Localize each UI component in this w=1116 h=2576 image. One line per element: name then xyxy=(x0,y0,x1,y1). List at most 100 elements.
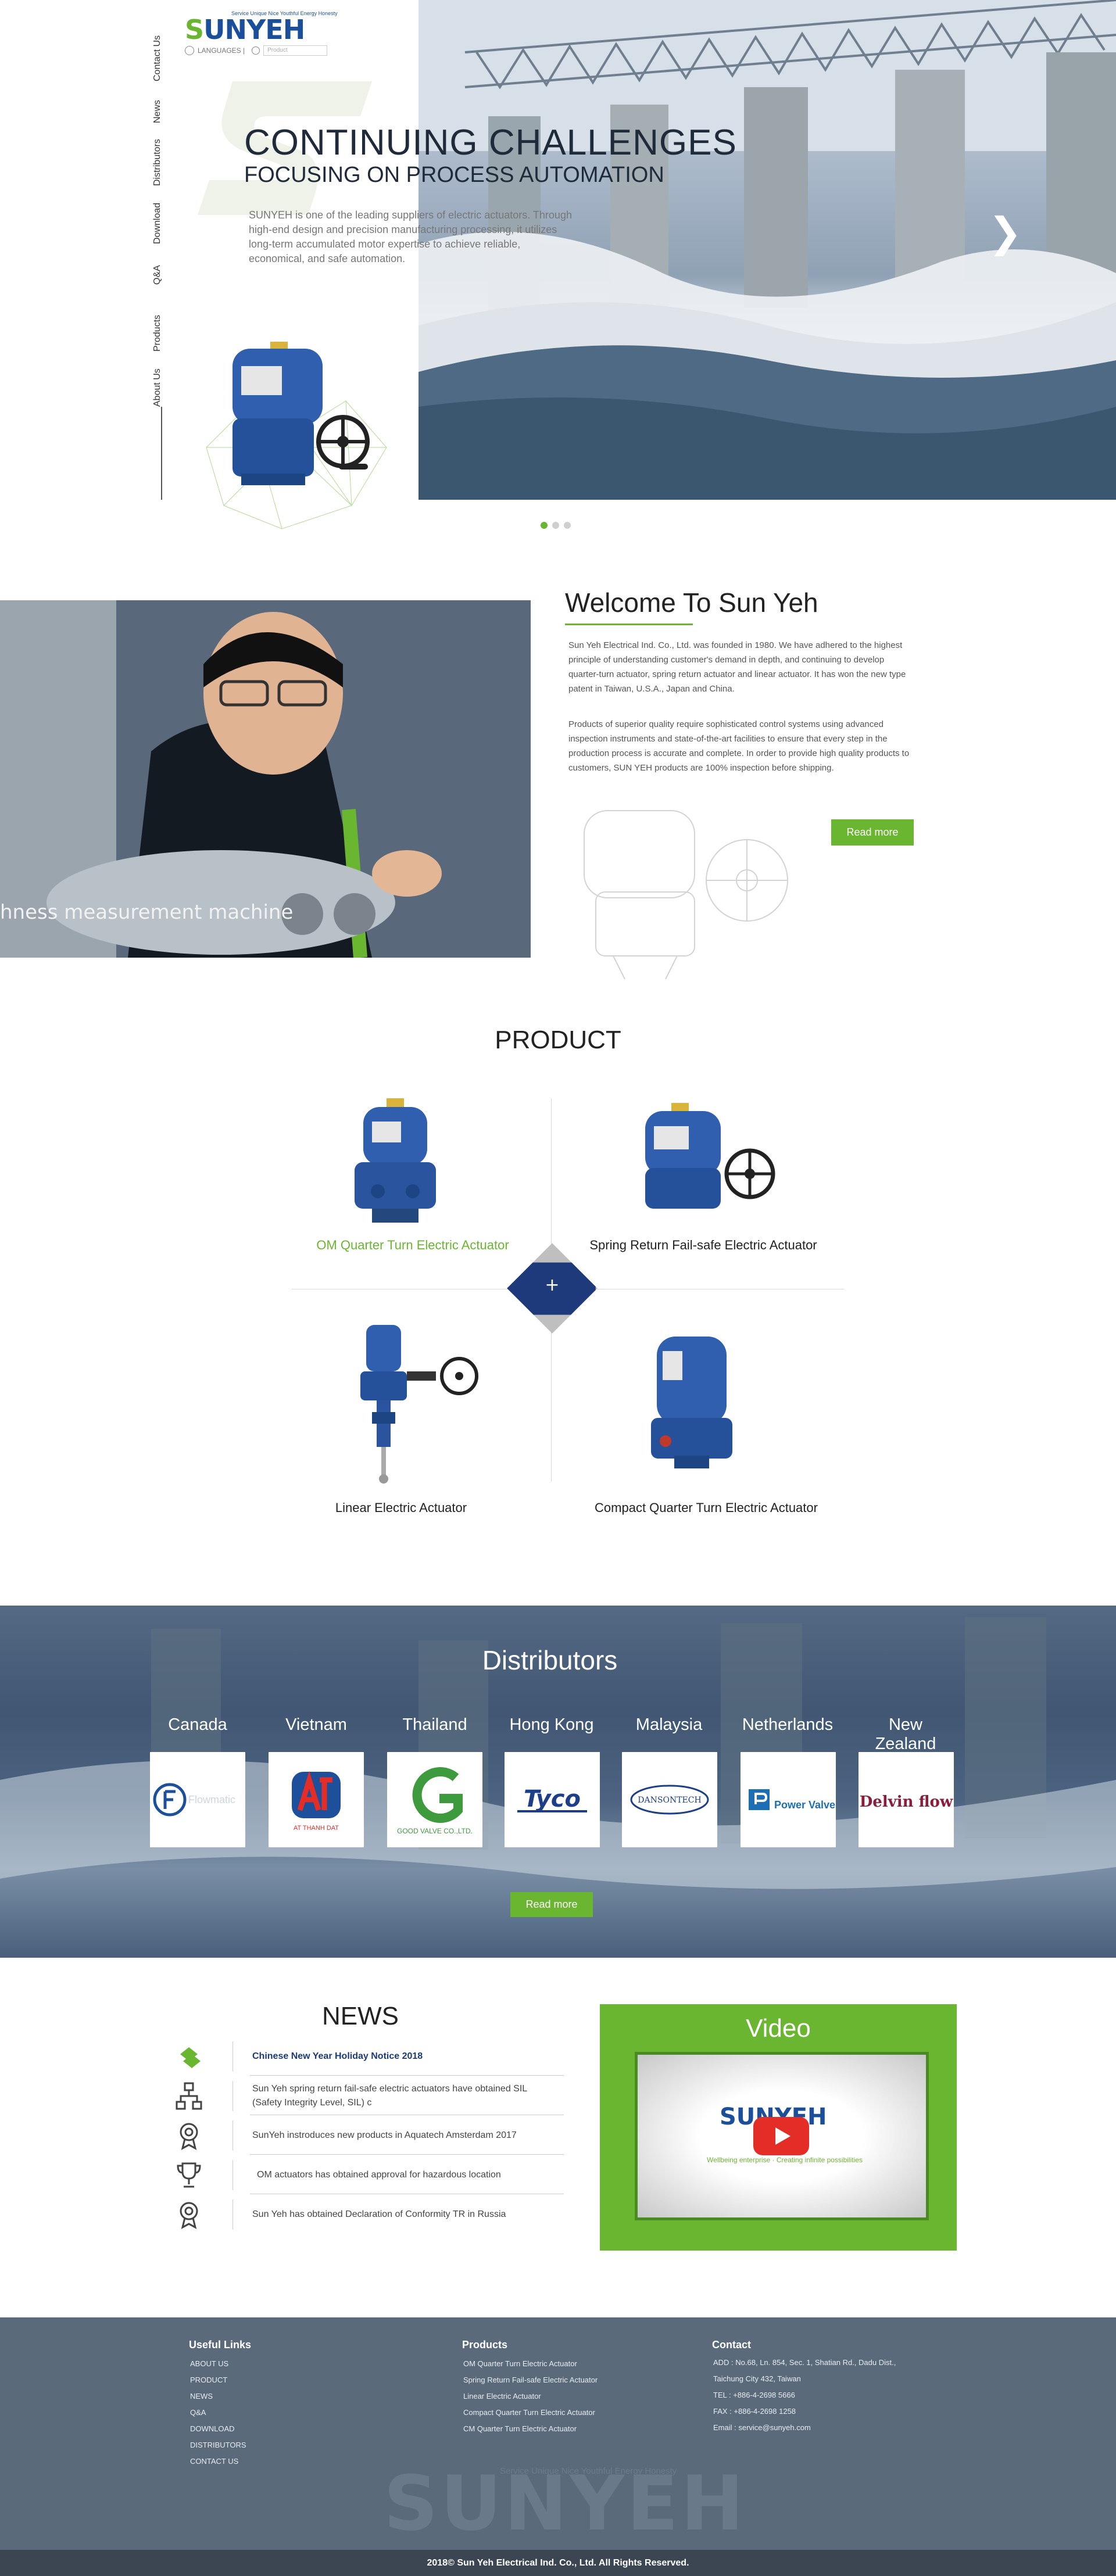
language-search-row: LANGUAGES | Product xyxy=(185,44,328,57)
footer-product-link[interactable]: CM Quarter Turn Electric Actuator xyxy=(463,2424,577,2433)
hero-next-arrow-icon[interactable]: ❯ xyxy=(988,209,1022,256)
logo-lettering: Flowmatic xyxy=(188,1794,235,1805)
footer-product-link[interactable]: OM Quarter Turn Electric Actuator xyxy=(463,2359,577,2368)
footer-product-link[interactable]: Compact Quarter Turn Electric Actuator xyxy=(463,2408,595,2417)
footer-useful-links-title: Useful Links xyxy=(189,2339,252,2351)
carousel-dot[interactable] xyxy=(564,522,571,529)
news-title[interactable]: Sun Yeh has obtained Declaration of Conf… xyxy=(252,2195,555,2234)
welcome-paragraph-2: Products of superior quality require sop… xyxy=(568,719,910,773)
distributor-country-new-zealand: New Zealand xyxy=(875,1715,936,1753)
news-title[interactable]: SunYeh instroduces new products in Aquat… xyxy=(252,2116,555,2155)
footer-products-title: Products xyxy=(462,2339,508,2351)
product-label-compact-quarter-turn[interactable]: Compact Quarter Turn Electric Actuator xyxy=(575,1500,837,1515)
welcome-title-underline xyxy=(565,624,693,625)
nav-contact-us[interactable]: Contact Us xyxy=(152,35,163,81)
news-item[interactable]: OM actuators has obtained approval for h… xyxy=(169,2155,564,2195)
footer-link-contact-us[interactable]: CONTACT US xyxy=(190,2457,238,2466)
at-thanh-dat-logo: AT THANH DAT xyxy=(292,1771,341,1832)
news-section-title: NEWS xyxy=(322,2002,399,2030)
distributor-logo-vietnam[interactable]: AT THANH DAT xyxy=(269,1752,364,1847)
hero-title: CONTINUING CHALLENGES xyxy=(244,123,737,163)
side-nav-line xyxy=(161,407,162,500)
video-title: Video xyxy=(746,2014,811,2043)
distributors-read-more-button[interactable]: Read more xyxy=(510,1892,593,1917)
news-item[interactable]: Sun Yeh has obtained Declaration of Conf… xyxy=(169,2195,564,2234)
certificate-icon xyxy=(180,2202,198,2229)
play-icon[interactable] xyxy=(753,2117,809,2155)
news-divider xyxy=(250,2154,564,2155)
news-item[interactable]: SunYeh instroduces new products in Aquat… xyxy=(169,2116,564,2155)
distributor-logo-canada[interactable]: Flowmatic xyxy=(150,1752,245,1847)
product-image-om-quarter-turn[interactable] xyxy=(337,1092,453,1232)
footer-link-product[interactable]: PRODUCT xyxy=(190,2376,227,2384)
nav-qa[interactable]: Q&A xyxy=(152,265,163,285)
news-title[interactable]: Chinese New Year Holiday Notice 2018 xyxy=(252,2037,555,2076)
footer-address-line-2: Taichung City 432, Taiwan xyxy=(713,2374,801,2383)
product-image-compact-quarter-turn[interactable] xyxy=(639,1331,744,1476)
footer-email[interactable]: Email : service@sunyeh.com xyxy=(713,2423,811,2432)
site-logo[interactable]: Service Unique Nice Youthful Energy Hone… xyxy=(185,10,342,45)
distributor-country-vietnam: Vietnam xyxy=(285,1715,347,1734)
product-label-linear[interactable]: Linear Electric Actuator xyxy=(291,1500,512,1515)
logo-lettering: Power Valves xyxy=(774,1799,836,1811)
footer-address-line-1: ADD : No.68, Ln. 854, Sec. 1, Shatian Rd… xyxy=(713,2358,896,2367)
leaf-icon xyxy=(180,2047,201,2068)
good-valve-logo: GOOD VALVE CO.,LTD. xyxy=(397,1767,473,1835)
globe-icon[interactable] xyxy=(185,46,194,55)
welcome-read-more-button[interactable]: Read more xyxy=(831,819,914,845)
nav-distributors[interactable]: Distributors xyxy=(152,139,163,186)
distributor-logo-thailand[interactable]: GOOD VALVE CO.,LTD. xyxy=(387,1752,482,1847)
footer-product-link[interactable]: Linear Electric Actuator xyxy=(463,2392,541,2401)
carousel-dot[interactable] xyxy=(541,522,548,529)
distributor-logo-new-zealand[interactable]: Delvin flow xyxy=(859,1752,954,1847)
distributor-logo-malaysia[interactable]: DANSONTECH xyxy=(622,1752,717,1847)
tyco-logo: Tyco xyxy=(517,1786,587,1812)
nav-about-us[interactable]: About Us xyxy=(152,368,163,407)
dansontech-logo: DANSONTECH xyxy=(630,1785,709,1815)
hero-subtitle: FOCUSING ON PROCESS AUTOMATION xyxy=(244,163,664,187)
nav-products[interactable]: Products xyxy=(152,315,163,352)
search-input[interactable]: Product xyxy=(263,45,328,56)
footer-fax: FAX : +886-4-2698 1258 xyxy=(713,2407,796,2416)
plus-icon[interactable]: + xyxy=(535,1268,570,1303)
flowmatic-logo: Flowmatic xyxy=(153,1783,235,1817)
logo-lettering: GOOD VALVE CO.,LTD. xyxy=(397,1827,473,1835)
welcome-title: Welcome To Sun Yeh xyxy=(565,587,818,618)
news-title[interactable]: Sun Yeh spring return fail-safe electric… xyxy=(252,2076,555,2116)
logo-lettering: DANSONTECH xyxy=(638,1796,701,1805)
footer-link-news[interactable]: NEWS xyxy=(190,2392,213,2401)
distributor-logo-hong-kong[interactable]: Tyco xyxy=(505,1752,600,1847)
footer-link-qa[interactable]: Q&A xyxy=(190,2408,206,2417)
search-icon[interactable] xyxy=(252,46,260,55)
distributor-country-canada: Canada xyxy=(168,1715,227,1734)
welcome-photo-caption: hness measurement machine xyxy=(0,901,294,924)
product-image-spring-return[interactable] xyxy=(628,1098,785,1226)
nav-download[interactable]: Download xyxy=(152,203,163,244)
award-icon xyxy=(180,2123,198,2150)
product-label-spring-return[interactable]: Spring Return Fail-safe Electric Actuato… xyxy=(575,1238,831,1253)
carousel-dot[interactable] xyxy=(552,522,559,529)
languages-label[interactable]: LANGUAGES | xyxy=(198,46,245,55)
distributor-country-hong-kong: Hong Kong xyxy=(509,1715,594,1734)
footer-product-link[interactable]: Spring Return Fail-safe Electric Actuato… xyxy=(463,2376,598,2384)
news-item[interactable]: Chinese New Year Holiday Notice 2018 xyxy=(169,2037,564,2076)
trophy-icon xyxy=(177,2162,201,2188)
distributor-country-thailand: Thailand xyxy=(402,1715,467,1734)
logo-lettering: Tyco xyxy=(524,1786,581,1812)
product-label-om-quarter-turn[interactable]: OM Quarter Turn Electric Actuator xyxy=(291,1238,535,1253)
actuator-sketch-image xyxy=(584,810,788,980)
footer-link-distributors[interactable]: DISTRIBUTORS xyxy=(190,2441,246,2449)
footer-watermark-tagline: Service Unique Nice Youthful Energy Hone… xyxy=(500,2466,677,2476)
hero-carousel-dots xyxy=(541,522,571,529)
delvin-flow-logo: Delvin flow xyxy=(860,1793,953,1811)
distributor-logo-netherlands[interactable]: Power Valves xyxy=(741,1752,836,1847)
footer-link-download[interactable]: DOWNLOAD xyxy=(190,2424,235,2433)
news-title[interactable]: OM actuators has obtained approval for h… xyxy=(252,2155,555,2195)
footer-link-about-us[interactable]: ABOUT US xyxy=(190,2359,228,2368)
org-chart-icon xyxy=(176,2082,202,2110)
news-item[interactable]: Sun Yeh spring return fail-safe electric… xyxy=(169,2076,564,2116)
distributor-country-malaysia: Malaysia xyxy=(635,1715,703,1734)
product-image-linear[interactable] xyxy=(349,1319,488,1488)
hero-description: SUNYEH is one of the leading suppliers o… xyxy=(249,209,572,264)
nav-news[interactable]: News xyxy=(152,100,163,123)
